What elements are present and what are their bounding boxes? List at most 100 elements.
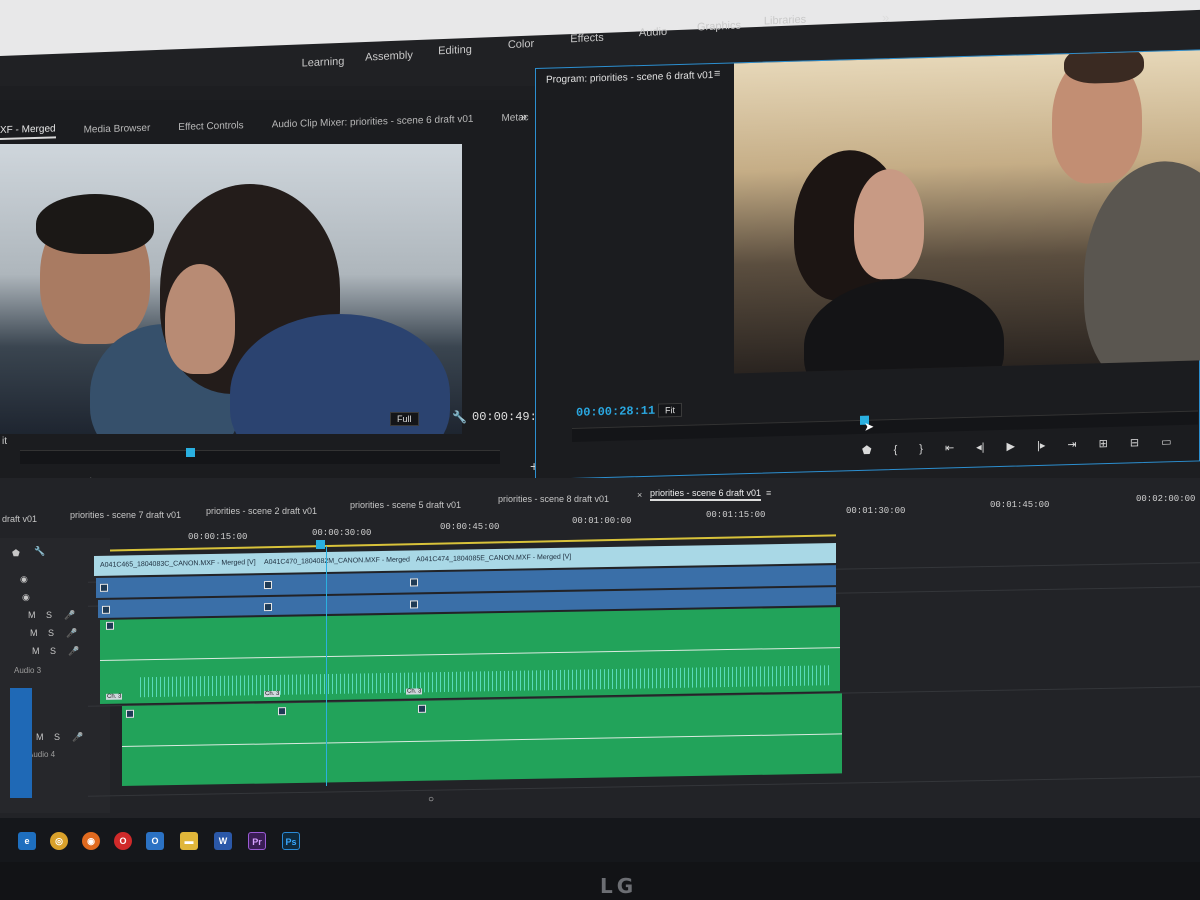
edge-icon[interactable]: e [18, 832, 36, 850]
mute-button[interactable]: M [32, 646, 40, 656]
workspace-audio[interactable]: Audio [620, 25, 686, 55]
mark-out-icon[interactable]: } [919, 443, 923, 455]
program-title[interactable]: Program: priorities - scene 6 draft v01 [546, 70, 713, 86]
mic-icon[interactable]: 🎤 [64, 610, 75, 621]
mic-icon[interactable]: 🎤 [68, 646, 79, 657]
extract-icon[interactable]: ⊟ [1130, 436, 1139, 449]
monitor-brand-logo: LG [600, 874, 638, 898]
program-zoom-dropdown[interactable]: Fit [658, 402, 682, 418]
audio-track-3[interactable]: Ch. 3 Ch. 3 Ch. 3 [100, 607, 840, 704]
wrench-icon[interactable]: 🔧 [452, 410, 467, 424]
workspace-effects[interactable]: Effects [554, 31, 620, 58]
timeline-scroll-handle-icon[interactable]: ○ [428, 794, 434, 805]
workspace-color[interactable]: Color [488, 37, 554, 61]
track-target-a4[interactable] [10, 688, 32, 798]
fx-badge-icon[interactable] [106, 621, 114, 630]
program-timecode[interactable]: 00:00:28:11 [576, 404, 655, 420]
audio-waveform [140, 665, 830, 698]
snap-icon[interactable]: ⬟ [12, 548, 20, 559]
tab-sequence-scene-2[interactable]: priorities - scene 2 draft v01 [206, 506, 317, 516]
step-forward-icon[interactable]: |▸ [1037, 439, 1045, 452]
audio-track-4[interactable] [122, 693, 842, 786]
firefox-icon[interactable]: ◉ [82, 832, 100, 850]
eye-icon[interactable]: ◉ [22, 592, 30, 603]
chrome-icon[interactable]: ◎ [50, 832, 68, 850]
fx-badge-icon[interactable] [264, 602, 272, 612]
taskbar: e ◎ ◉ O O ▬ W Pr Ps [0, 818, 1200, 866]
premiere-pro-icon[interactable]: Pr [248, 832, 266, 850]
go-to-in-icon[interactable]: ⇤ [945, 441, 954, 454]
fx-badge-icon[interactable] [126, 709, 134, 718]
word-icon[interactable]: W [214, 832, 232, 850]
program-menu-icon[interactable]: ≡ [714, 68, 720, 80]
timeline-playhead[interactable] [316, 540, 325, 549]
channel-label: Ch. 3 [106, 693, 123, 700]
wrench-icon[interactable]: 🔧 [34, 546, 45, 557]
source-scrub-bar[interactable] [20, 450, 500, 464]
fx-badge-icon[interactable] [278, 707, 286, 716]
screen: Learning Assembly Editing Color Effects … [0, 0, 1200, 870]
clip-label[interactable]: A041C470_1804082M_CANON.MXF - Merged [264, 556, 410, 566]
person-woman-face [165, 264, 235, 374]
workspace-assembly[interactable]: Assembly [356, 49, 422, 67]
mark-in-icon[interactable]: { [894, 443, 898, 455]
tab-effect-controls[interactable]: Effect Controls [178, 120, 243, 133]
ruler-label: 00:01:30:00 [846, 506, 906, 516]
fx-badge-icon[interactable] [410, 600, 418, 609]
tab-source[interactable]: XF - Merged [0, 122, 56, 140]
solo-button[interactable]: S [46, 610, 52, 620]
ruler-label: 00:01:45:00 [990, 500, 1050, 510]
mute-button[interactable]: M [28, 610, 36, 620]
tab-sequence-scene-6[interactable]: priorities - scene 6 draft v01 [650, 488, 762, 501]
fx-badge-icon[interactable] [410, 578, 418, 587]
program-video-frame [734, 50, 1200, 374]
file-explorer-icon[interactable]: ▬ [180, 832, 198, 850]
tab-media-browser[interactable]: Media Browser [84, 122, 151, 135]
tab-sequence-draft[interactable]: draft v01 [2, 514, 37, 524]
source-playhead[interactable] [186, 448, 195, 457]
opera-icon[interactable]: O [114, 832, 132, 850]
step-back-icon[interactable]: ◂| [976, 440, 984, 453]
ruler-label: 00:00:30:00 [312, 528, 372, 538]
mute-button[interactable]: M [36, 732, 44, 742]
fx-badge-icon[interactable] [102, 605, 110, 614]
close-tab-icon[interactable]: × [637, 490, 642, 500]
channel-label: Ch. 3 [406, 688, 423, 695]
eye-icon[interactable]: ◉ [20, 574, 28, 585]
source-left-dropdown[interactable]: it [2, 436, 7, 447]
source-monitor: XF - Merged Media Browser Effect Control… [0, 100, 555, 489]
fx-badge-icon[interactable] [100, 583, 108, 592]
lift-icon[interactable]: ⊞ [1099, 437, 1108, 450]
outlook-icon[interactable]: O [146, 832, 164, 850]
solo-button[interactable]: S [48, 628, 54, 638]
mic-icon[interactable]: 🎤 [72, 732, 83, 743]
tab-audio-clip-mixer[interactable]: Audio Clip Mixer: priorities - scene 6 d… [272, 113, 474, 130]
workspace-graphics[interactable]: Graphics [686, 19, 752, 52]
clip-label[interactable]: A041C474_1804085E_CANON.MXF - Merged [V] [416, 554, 571, 564]
fx-badge-icon[interactable] [264, 580, 272, 590]
person-man-shirt [1084, 159, 1200, 374]
workspace-libraries[interactable]: Libraries [752, 13, 818, 49]
source-zoom-dropdown[interactable]: Full [390, 412, 419, 426]
go-to-out-icon[interactable]: ⇥ [1067, 438, 1076, 451]
workspace-learning[interactable]: Learning [290, 55, 356, 70]
export-frame-icon[interactable]: ▭ [1161, 435, 1171, 448]
ruler-label: 00:01:00:00 [572, 516, 632, 526]
mute-button[interactable]: M [30, 628, 38, 638]
panel-overflow-icon[interactable]: » [520, 109, 527, 123]
tab-sequence-scene-5[interactable]: priorities - scene 5 draft v01 [350, 500, 461, 510]
photoshop-icon[interactable]: Ps [282, 832, 300, 850]
tab-sequence-scene-8[interactable]: priorities - scene 8 draft v01 [498, 494, 609, 504]
add-marker-icon[interactable]: ⬟ [862, 444, 872, 457]
clip-label[interactable]: A041C465_1804083C_CANON.MXF - Merged [V] [100, 559, 256, 569]
mic-icon[interactable]: 🎤 [66, 628, 77, 639]
solo-button[interactable]: S [50, 646, 56, 656]
workspace-editing[interactable]: Editing [422, 43, 488, 64]
solo-button[interactable]: S [54, 732, 60, 742]
workspace-overflow-icon[interactable]: » [882, 10, 889, 25]
fx-badge-icon[interactable] [418, 704, 426, 713]
program-transport: ⬟ { } ⇤ ◂| ▶ |▸ ⇥ ⊞ ⊟ ▭ [862, 435, 1193, 457]
play-icon[interactable]: ▶ [1007, 440, 1015, 453]
sequence-menu-icon[interactable]: ≡ [766, 488, 771, 498]
waveform-centerline [122, 733, 842, 747]
